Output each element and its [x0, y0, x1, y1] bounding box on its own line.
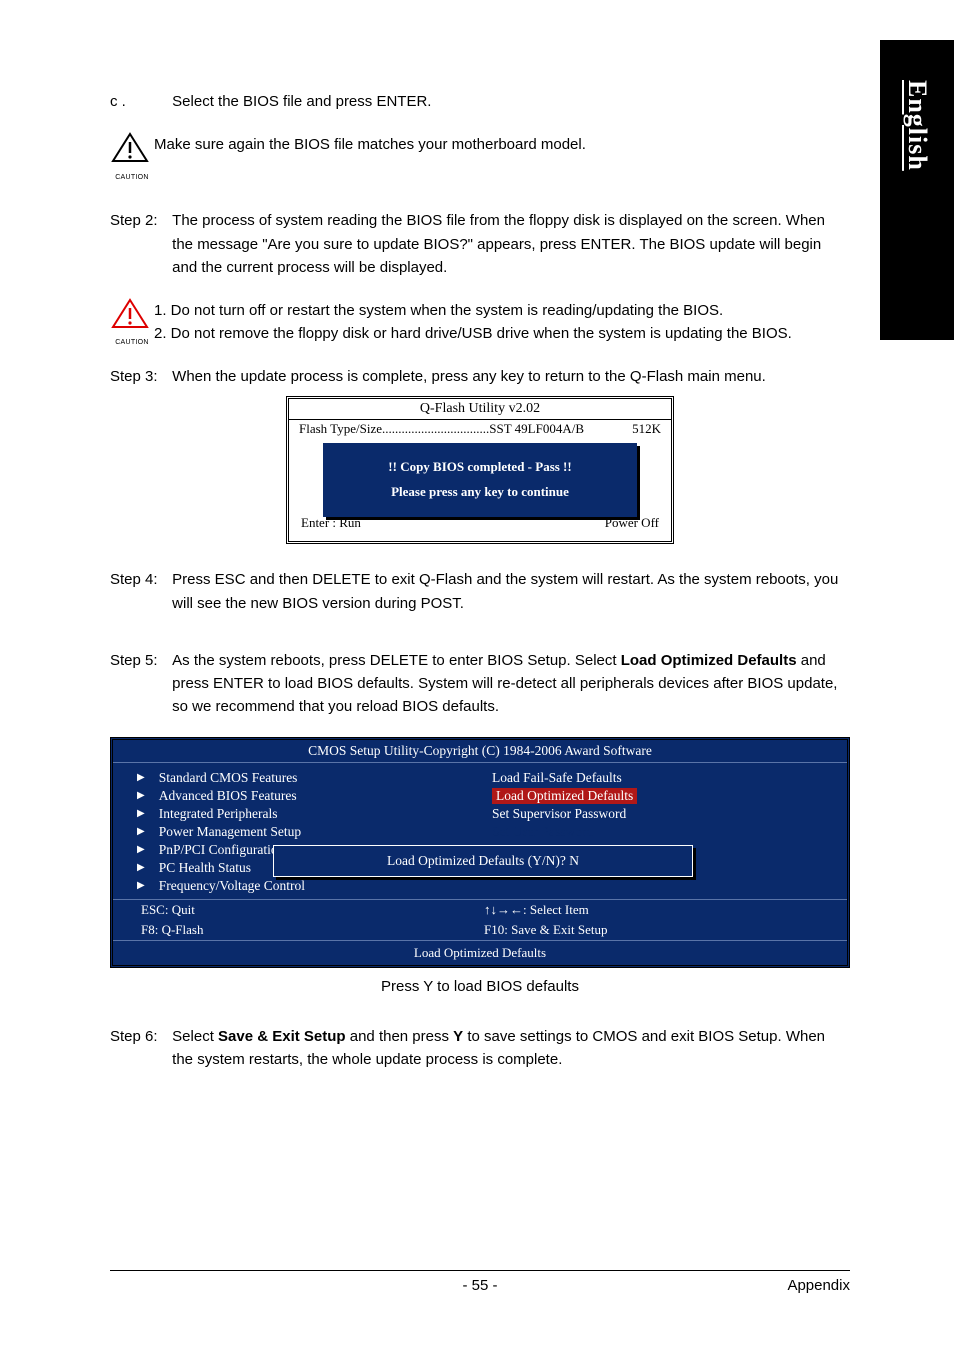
step-6-text: Select Save & Exit Setup and then press … — [172, 1025, 842, 1072]
bios-right-2: Set Supervisor Password — [492, 806, 626, 822]
step6-t1: Select — [172, 1028, 218, 1045]
bios-item-frequency[interactable]: ▶Frequency/Voltage Control — [137, 877, 472, 895]
page-content: c . Select the BIOS file and press ENTER… — [110, 90, 850, 1089]
step-c-label: c . — [110, 90, 168, 113]
qflash-notice-line2: Please press any key to continue — [329, 480, 631, 505]
bios-right-0: Load Fail-Safe Defaults — [492, 770, 622, 786]
step-4-text: Press ESC and then DELETE to exit Q-Flas… — [172, 568, 842, 615]
caution-label-2: CAUTION — [110, 338, 154, 349]
qflash-under-row: Enter : Run Power Off — [297, 515, 663, 531]
caution-2-line1: 1. Do not turn off or restart the system… — [154, 299, 850, 322]
bios-left-4: PnP/PCI Configurations — [159, 842, 290, 858]
caution-icon: CAUTION — [110, 131, 154, 183]
qflash-notice: !! Copy BIOS completed - Pass !! Please … — [323, 443, 637, 516]
qflash-flash-line: Flash Type/Size.........................… — [289, 420, 671, 441]
step-3-label: Step 3: — [110, 365, 168, 388]
bios-left-3: Power Management Setup — [159, 824, 301, 840]
step6-b2: Y — [453, 1028, 463, 1045]
bios-title: CMOS Setup Utility-Copyright (C) 1984-20… — [113, 740, 847, 763]
step-2-text: The process of system reading the BIOS f… — [172, 209, 842, 279]
bios-left-1: Advanced BIOS Features — [159, 788, 297, 804]
bios-hint-arrows: ↑↓→←: Select Item — [484, 902, 827, 918]
qflash-notice-line1: !! Copy BIOS completed - Pass !! — [329, 455, 631, 480]
caution-block-1: CAUTION Make sure again the BIOS file ma… — [110, 131, 850, 183]
bios-bottom-status: Load Optimized Defaults — [113, 940, 847, 965]
language-tab: English — [880, 40, 954, 340]
bios-hint-esc: ESC: Quit — [141, 902, 484, 918]
step-4: Step 4: Press ESC and then DELETE to exi… — [110, 568, 850, 615]
bios-right-1: Load Optimized Defaults — [492, 788, 637, 804]
step-6-label: Step 6: — [110, 1025, 168, 1048]
bios-item-integrated[interactable]: ▶Integrated Peripherals — [137, 805, 472, 823]
qflash-row-left: Enter : Run — [301, 515, 361, 531]
step5-pre: As the system reboots, press DELETE to e… — [172, 652, 621, 669]
bios-hint-f8: F8: Q-Flash — [141, 922, 484, 938]
step-6: Step 6: Select Save & Exit Setup and the… — [110, 1025, 850, 1072]
qflash-flash-size: 512K — [632, 421, 661, 437]
step6-t2: and then press — [346, 1028, 454, 1045]
language-tab-text: English — [902, 80, 932, 171]
qflash-flash-label: Flash Type/Size.........................… — [299, 421, 584, 437]
qflash-window: Q-Flash Utility v2.02 Flash Type/Size...… — [286, 396, 674, 544]
bios-right-3: Set User Password — [492, 824, 593, 840]
caution-block-2: CAUTION 1. Do not turn off or restart th… — [110, 297, 850, 349]
step5-bold: Load Optimized Defaults — [621, 652, 797, 669]
bios-item-user-pw[interactable]: Set User Password — [492, 823, 827, 841]
bios-dialog[interactable]: Load Optimized Defaults (Y/N)? N — [273, 845, 693, 877]
page-number: - 55 - — [110, 1277, 850, 1294]
caution-2-text: 1. Do not turn off or restart the system… — [154, 297, 850, 346]
bios-item-supervisor[interactable]: Set Supervisor Password — [492, 805, 827, 823]
caution-1-text: Make sure again the BIOS file matches yo… — [154, 131, 850, 156]
bios-left-6: Frequency/Voltage Control — [159, 878, 305, 894]
bios-left-2: Integrated Peripherals — [159, 806, 278, 822]
step-3-text: When the update process is complete, pre… — [172, 365, 842, 388]
step-c-text: Select the BIOS file and press ENTER. — [172, 90, 842, 113]
bios-left-0: Standard CMOS Features — [159, 770, 298, 786]
caution-icon-red: CAUTION — [110, 297, 154, 349]
qflash-title: Q-Flash Utility v2.02 — [289, 399, 671, 420]
step-2: Step 2: The process of system reading th… — [110, 209, 850, 279]
bios-item-power[interactable]: ▶Power Management Setup — [137, 823, 472, 841]
bios-item-failsafe[interactable]: Load Fail-Safe Defaults — [492, 769, 827, 787]
step-5-label: Step 5: — [110, 649, 168, 672]
step-5: Step 5: As the system reboots, press DEL… — [110, 649, 850, 719]
step6-b1: Save & Exit Setup — [218, 1028, 346, 1045]
page-footer: - 55 - Appendix — [110, 1270, 850, 1294]
qflash-row-right: Power Off — [605, 515, 659, 531]
bios-item-standard-cmos[interactable]: ▶Standard CMOS Features — [137, 769, 472, 787]
step-4-label: Step 4: — [110, 568, 168, 591]
bios-setup-window: CMOS Setup Utility-Copyright (C) 1984-20… — [110, 737, 850, 968]
bios-hint-f10: F10: Save & Exit Setup — [484, 922, 827, 938]
caution-2-line2: 2. Do not remove the floppy disk or hard… — [154, 322, 850, 345]
step-c: c . Select the BIOS file and press ENTER… — [110, 90, 850, 113]
caution-label: CAUTION — [110, 173, 154, 184]
bios-item-optimized[interactable]: Load Optimized Defaults — [492, 787, 827, 805]
bios-left-5: PC Health Status — [159, 860, 251, 876]
bios-caption: Press Y to load BIOS defaults — [110, 978, 850, 995]
bios-item-advanced[interactable]: ▶Advanced BIOS Features — [137, 787, 472, 805]
step-5-text: As the system reboots, press DELETE to e… — [172, 649, 842, 719]
step-3: Step 3: When the update process is compl… — [110, 365, 850, 388]
step-2-label: Step 2: — [110, 209, 168, 232]
